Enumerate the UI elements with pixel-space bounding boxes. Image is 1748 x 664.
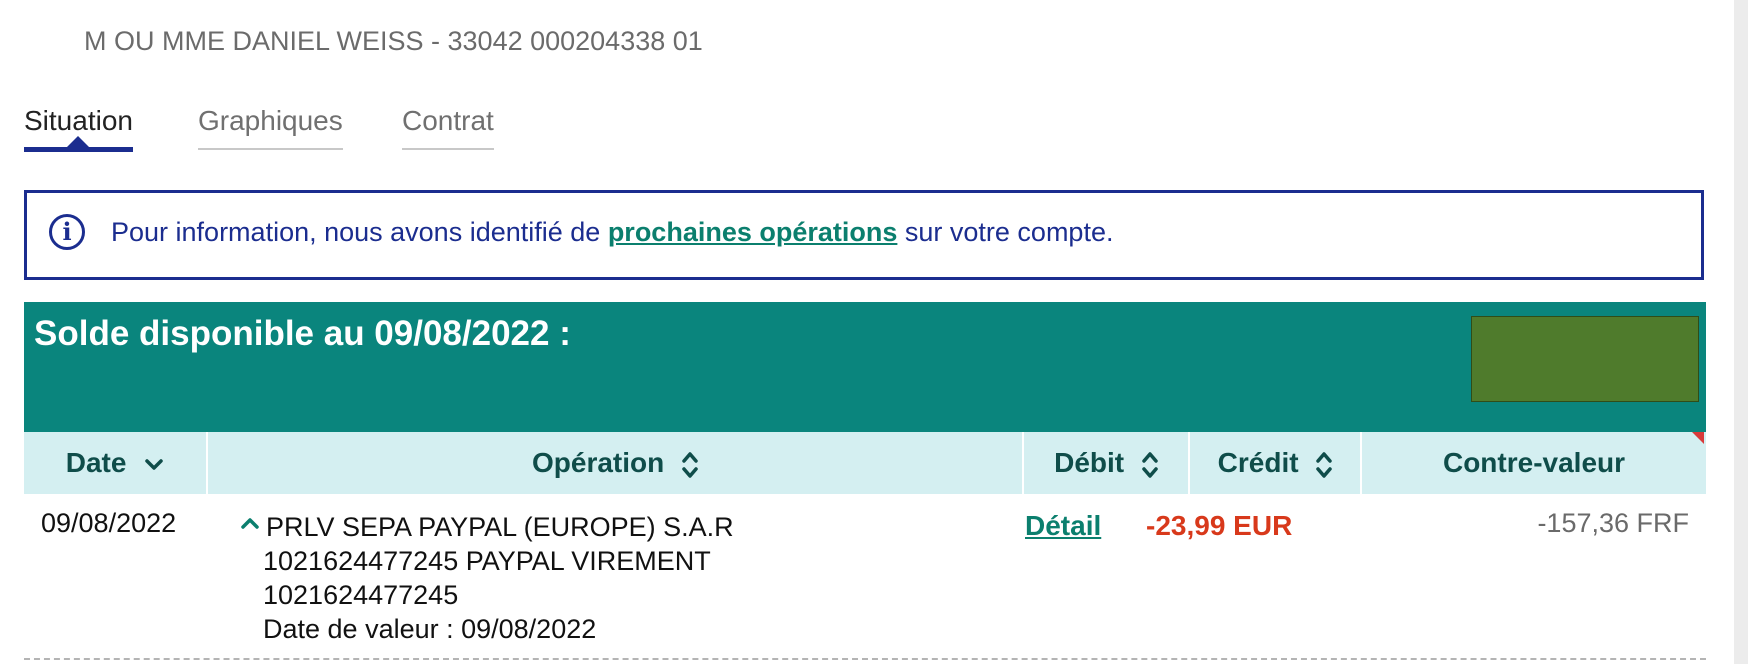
balance-banner: Solde disponible au 09/08/2022 : (24, 302, 1706, 432)
operation-value-date: Date de valeur : 09/08/2022 (263, 614, 597, 644)
detail-link[interactable]: Détail (1025, 510, 1101, 542)
column-header-credit[interactable]: Crédit (1188, 432, 1360, 494)
row-operation: PRLV SEPA PAYPAL (EUROPE) S.A.R 10216244… (263, 510, 734, 646)
tab-situation[interactable]: Situation (24, 104, 133, 152)
vertical-scrollbar[interactable] (1734, 0, 1748, 664)
info-text-after: sur votre compte. (897, 217, 1114, 247)
redacted-balance-amount (1471, 316, 1699, 402)
operation-line: 1021624477245 PAYPAL VIREMENT (263, 546, 711, 576)
column-header-contre-valeur: Contre-valeur (1360, 432, 1706, 494)
sort-updown-icon (682, 451, 698, 478)
info-text-before: Pour information, nous avons identifié d… (111, 217, 608, 247)
column-credit-label: Crédit (1217, 447, 1299, 478)
column-contre-valeur-label: Contre-valeur (1442, 447, 1626, 478)
operation-line: PRLV SEPA PAYPAL (EUROPE) S.A.R (266, 512, 734, 542)
active-tab-indicator (67, 136, 90, 147)
tab-contrat-label: Contrat (402, 105, 494, 136)
row-date: 09/08/2022 (41, 508, 177, 538)
column-header-debit[interactable]: Débit (1022, 432, 1188, 494)
tab-situation-label: Situation (24, 105, 133, 136)
chevron-up-icon[interactable] (240, 516, 260, 530)
info-circle-icon: i (49, 214, 85, 250)
row-contre-valeur: -157,36 FRF (1537, 508, 1689, 538)
row-debit-amount: -23,99 EUR (1146, 510, 1293, 541)
column-operation-label: Opération (531, 447, 665, 478)
info-message: Pour information, nous avons identifié d… (111, 217, 1113, 248)
column-date-label: Date (65, 447, 127, 478)
balance-title: Solde disponible au 09/08/2022 : (34, 314, 571, 353)
upcoming-operations-link[interactable]: prochaines opérations (608, 217, 898, 247)
account-holder-header: M OU MME DANIEL WEISS - 33042 000204338 … (84, 26, 703, 56)
tab-bar: Situation Graphiques Contrat (24, 104, 624, 158)
tab-graphiques-label: Graphiques (198, 105, 343, 136)
table-row: 09/08/2022 PRLV SEPA PAYPAL (EUROPE) S.A… (24, 494, 1706, 660)
column-debit-label: Débit (1054, 447, 1125, 478)
operations-table-header: Date Opération Débit Crédit Contre-valeu… (24, 432, 1706, 494)
tab-contrat[interactable]: Contrat (402, 104, 494, 150)
sort-updown-icon (1316, 451, 1333, 478)
tab-graphiques[interactable]: Graphiques (198, 104, 343, 150)
corner-flag-mark (1692, 432, 1704, 444)
sort-updown-icon (1142, 451, 1158, 478)
column-header-date[interactable]: Date (24, 432, 206, 494)
chevron-down-icon (145, 458, 163, 470)
info-banner: i Pour information, nous avons identifié… (24, 190, 1704, 280)
column-header-operation[interactable]: Opération (206, 432, 1022, 494)
operation-line: 1021624477245 (263, 580, 459, 610)
